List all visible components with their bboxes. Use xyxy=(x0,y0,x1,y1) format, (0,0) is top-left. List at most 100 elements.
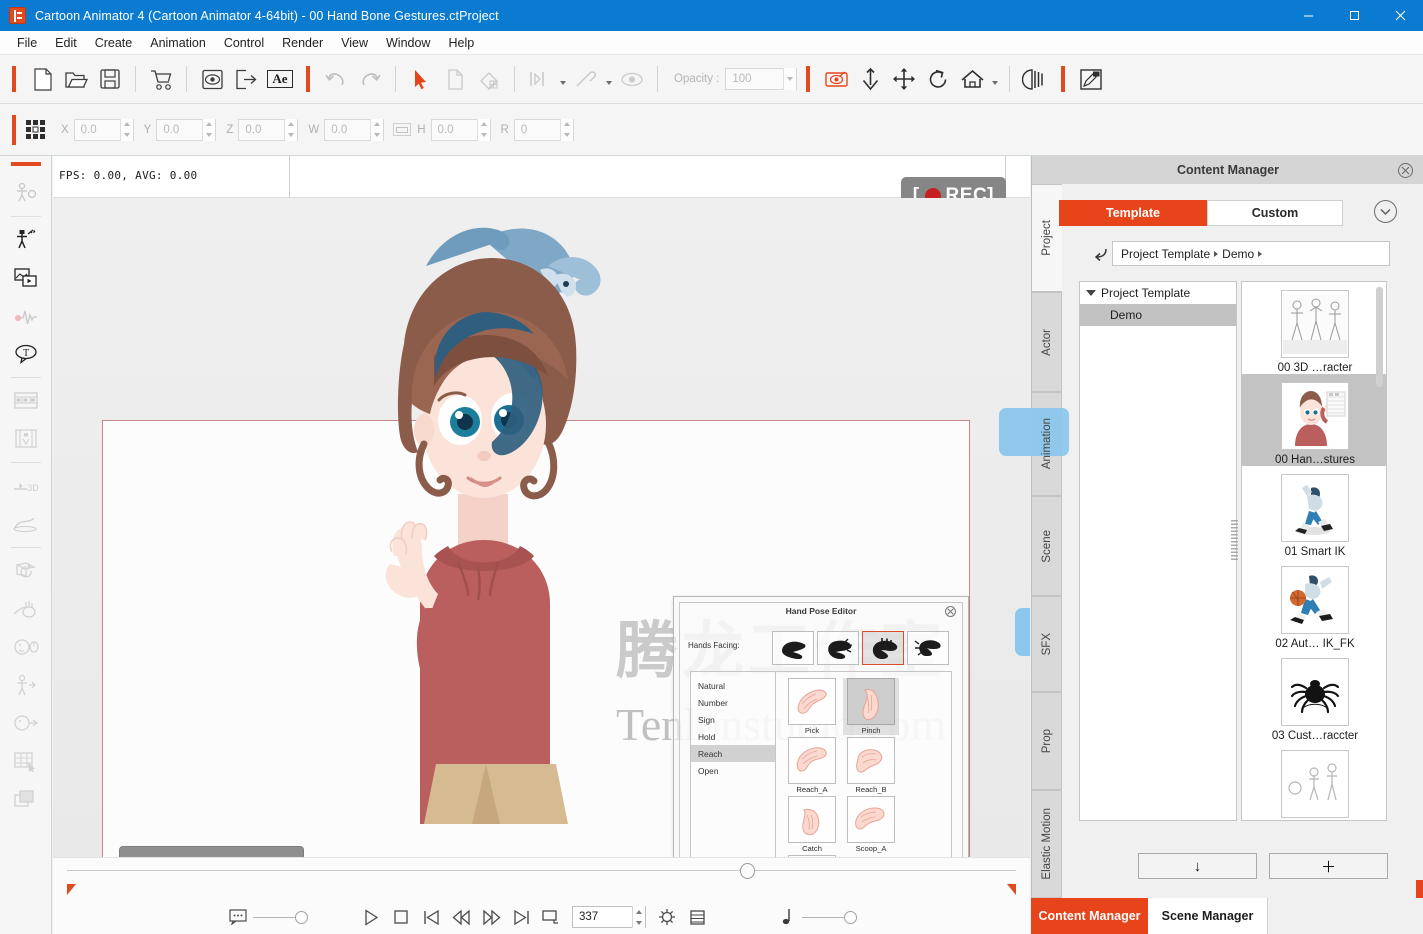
list-item[interactable] xyxy=(1242,742,1386,818)
menu-help[interactable]: Help xyxy=(439,33,483,53)
hand-pose-category-reach[interactable]: Reach xyxy=(691,745,775,762)
character-illustration[interactable] xyxy=(308,204,648,824)
r-spinner[interactable] xyxy=(559,118,573,141)
current-frame-input[interactable]: 337 xyxy=(572,906,646,928)
list-item[interactable]: 00 Han…stures xyxy=(1242,374,1386,466)
facing-back-icon[interactable] xyxy=(862,631,904,665)
content-manager-close-icon[interactable] xyxy=(1398,163,1413,178)
bubble-slider-knob[interactable] xyxy=(295,910,308,924)
rewind-icon[interactable] xyxy=(446,902,476,932)
download-button[interactable]: ↓ xyxy=(1138,853,1257,879)
h-spinner[interactable] xyxy=(476,118,490,141)
after-effects-icon[interactable]: Ae xyxy=(263,62,297,96)
content-grid-scrollbar[interactable] xyxy=(1376,287,1383,387)
back-arrow-icon[interactable] xyxy=(1084,241,1112,266)
hand-pose-item-scoop-a[interactable]: Scoop_A xyxy=(843,796,899,853)
open-folder-icon[interactable] xyxy=(59,62,93,96)
facing-angle-icon[interactable] xyxy=(907,631,949,665)
list-item[interactable]: 03 Cust…raccter xyxy=(1242,650,1386,742)
link-aspect-icon[interactable] xyxy=(393,123,412,136)
w-spinner[interactable] xyxy=(370,118,384,141)
w-input[interactable]: 0.0 xyxy=(324,118,385,141)
timeline-list-icon[interactable] xyxy=(682,902,712,932)
add-button[interactable]: ＋ xyxy=(1269,853,1388,879)
h-input[interactable]: 0.0 xyxy=(430,118,491,141)
cart-icon[interactable] xyxy=(144,62,178,96)
list-item[interactable]: 00 3D …racter xyxy=(1242,282,1386,374)
fill-icon[interactable] xyxy=(472,62,506,96)
menu-animation[interactable]: Animation xyxy=(141,33,215,53)
menu-control[interactable]: Control xyxy=(215,33,273,53)
render-eye-icon[interactable] xyxy=(819,62,853,96)
transform-anim-icon[interactable] xyxy=(6,552,46,590)
face-key-icon[interactable] xyxy=(6,420,46,458)
hand-pose-editor-close-icon[interactable] xyxy=(945,606,956,617)
home-icon[interactable] xyxy=(955,62,989,96)
hand-pose-category-sign[interactable]: Sign xyxy=(691,711,775,728)
audio-slider-track[interactable] xyxy=(802,916,844,918)
vtab-prop[interactable]: Prop xyxy=(1032,692,1062,790)
chevron-down-icon[interactable] xyxy=(1374,200,1397,223)
export-icon[interactable] xyxy=(229,62,263,96)
align-dropdown-caret-icon[interactable] xyxy=(557,62,569,96)
opacity-input[interactable]: 100 xyxy=(725,68,798,90)
menu-window[interactable]: Window xyxy=(377,33,439,53)
eye-icon[interactable] xyxy=(615,62,649,96)
hand-pose-item-pick[interactable]: Pick xyxy=(784,678,840,735)
hand-pose-category-open[interactable]: Open xyxy=(691,762,775,779)
x-input[interactable]: 0.0 xyxy=(73,118,134,141)
hand-puppet-icon[interactable] xyxy=(6,590,46,628)
settings-gear-icon[interactable] xyxy=(652,902,682,932)
timeline-range-end-marker[interactable] xyxy=(1007,884,1016,895)
y-spinner[interactable] xyxy=(202,118,216,141)
face-puppet-icon[interactable] xyxy=(6,628,46,666)
undo-icon[interactable] xyxy=(319,62,353,96)
close-button[interactable] xyxy=(1377,0,1423,31)
z-input[interactable]: 0.0 xyxy=(238,118,299,141)
rotate-icon[interactable] xyxy=(921,62,955,96)
pivot-grid-icon[interactable] xyxy=(25,119,47,141)
breadcrumb-root[interactable]: Project Template xyxy=(1121,247,1210,261)
home-dropdown-caret-icon[interactable] xyxy=(989,62,1001,96)
save-icon[interactable] xyxy=(93,62,127,96)
opacity-dropdown-caret-icon[interactable] xyxy=(783,68,797,90)
create-actor-icon[interactable] xyxy=(6,221,46,259)
facing-side-icon[interactable] xyxy=(772,631,814,665)
speech-bubble-icon[interactable] xyxy=(223,902,253,932)
composer-mode-icon[interactable] xyxy=(6,174,46,212)
facing-front-icon[interactable] xyxy=(817,631,859,665)
hand-pose-item-reach-b[interactable]: Reach_B xyxy=(843,737,899,794)
menu-file[interactable]: File xyxy=(8,33,46,53)
tab-template[interactable]: Template xyxy=(1059,200,1207,226)
prev-keyframe-icon[interactable] xyxy=(416,902,446,932)
list-item[interactable]: 01 Smart IK xyxy=(1242,466,1386,558)
timeline-track[interactable] xyxy=(67,870,1016,871)
layer-manager-icon[interactable] xyxy=(6,780,46,818)
menu-render[interactable]: Render xyxy=(273,33,332,53)
anchor-icon[interactable] xyxy=(853,62,887,96)
hand-pose-category-number[interactable]: Number xyxy=(691,694,775,711)
audio-slider-knob[interactable] xyxy=(844,910,857,924)
edit-pen-icon[interactable] xyxy=(1074,62,1108,96)
r-input[interactable]: 0 xyxy=(513,118,574,141)
hand-pose-category-hold[interactable]: Hold xyxy=(691,728,775,745)
onion-skin-icon[interactable] xyxy=(1018,62,1052,96)
vtab-scene[interactable]: Scene xyxy=(1032,496,1062,596)
tree-expand-caret-icon[interactable] xyxy=(1086,290,1096,296)
content-item-grid[interactable]: 00 3D …racter 00 Han…stures 01 Smart IK … xyxy=(1241,281,1387,821)
timeline-playhead[interactable] xyxy=(740,863,755,879)
loop-icon[interactable] xyxy=(536,902,566,932)
hand-pose-editor-dialog[interactable]: Hand Pose Editor Hands Facing: Natural N… xyxy=(673,596,969,857)
next-keyframe-icon[interactable] xyxy=(506,902,536,932)
tree-row-project-template[interactable]: Project Template xyxy=(1080,282,1236,304)
panel-resize-grip[interactable] xyxy=(1231,520,1238,562)
timeline-range-start-marker[interactable] xyxy=(67,884,76,895)
preview-icon[interactable] xyxy=(195,62,229,96)
media-library-icon[interactable] xyxy=(6,259,46,297)
sprite-sheet-icon[interactable] xyxy=(6,382,46,420)
frame-spinner[interactable] xyxy=(632,906,645,928)
stage-mode-button[interactable]: STAGE MODE xyxy=(119,846,304,857)
breadcrumb-leaf[interactable]: Demo xyxy=(1222,247,1254,261)
y-input[interactable]: 0.0 xyxy=(156,118,217,141)
3d-motion-icon[interactable]: 3D xyxy=(6,467,46,505)
